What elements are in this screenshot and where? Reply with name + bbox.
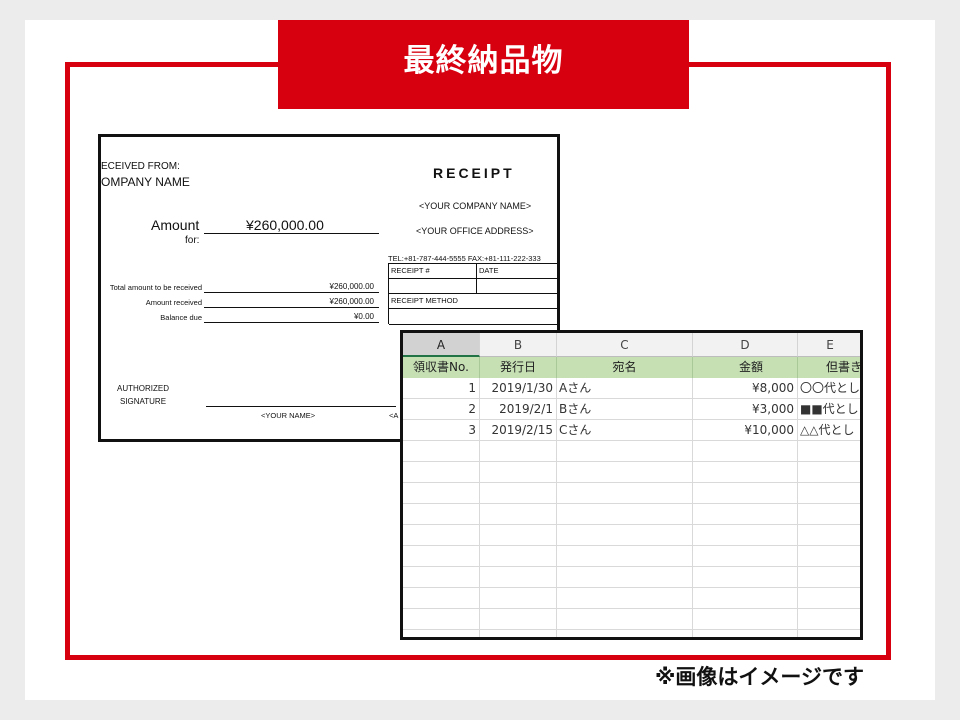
header-cell-addressee[interactable]: 宛名 — [557, 357, 693, 378]
cell-e3[interactable]: ■■代とし — [798, 399, 860, 420]
total-amount-line — [204, 292, 379, 293]
total-amount-label: Total amount to be received — [109, 283, 202, 292]
total-amount-value: ¥260,000.00 — [329, 282, 375, 291]
cell-c2[interactable]: Aさん — [557, 378, 693, 399]
company-name-label: OMPANY NAME — [101, 175, 190, 189]
empty-row[interactable] — [403, 609, 860, 630]
receipt-info-table: RECEIPT # DATE RECEIPT METHOD — [388, 263, 557, 325]
your-office-address: <YOUR OFFICE ADDRESS> — [416, 226, 534, 236]
column-header-e[interactable]: E — [798, 333, 860, 357]
cell-c3[interactable]: Bさん — [557, 399, 693, 420]
cell-c4[interactable]: Cさん — [557, 420, 693, 441]
empty-row[interactable] — [403, 525, 860, 546]
column-header-a[interactable]: A — [403, 333, 480, 357]
empty-row[interactable] — [403, 588, 860, 609]
empty-row[interactable] — [403, 441, 860, 462]
your-company-name: <YOUR COMPANY NAME> — [419, 201, 532, 211]
header-cell-memo[interactable]: 但書き — [798, 357, 860, 378]
gridline — [556, 378, 557, 637]
cell-d4[interactable]: ¥10,000 — [693, 420, 798, 441]
empty-row[interactable] — [403, 546, 860, 567]
receipt-title: RECEIPT — [433, 165, 515, 181]
cell-d2[interactable]: ¥8,000 — [693, 378, 798, 399]
amount-received-value: ¥260,000.00 — [329, 297, 375, 306]
balance-due-line — [204, 322, 379, 323]
signature-line — [206, 406, 396, 407]
gridline — [797, 378, 798, 637]
received-from-label: ECEIVED FROM: — [101, 161, 180, 172]
balance-due-value: ¥0.00 — [353, 312, 374, 321]
empty-row[interactable] — [403, 483, 860, 504]
gridline — [692, 378, 693, 637]
amount-received-label: Amount received — [145, 298, 202, 307]
cell-a2[interactable]: 1 — [403, 378, 480, 399]
cell-b3[interactable]: 2019/2/1 — [480, 399, 557, 420]
spreadsheet-preview: A B C D E 領収書No. 発行日 宛名 金額 但書き 1 2019/1/… — [400, 330, 863, 640]
header-cell-amount[interactable]: 金額 — [693, 357, 798, 378]
column-header-c[interactable]: C — [557, 333, 693, 357]
cell-a4[interactable]: 3 — [403, 420, 480, 441]
empty-row[interactable] — [403, 504, 860, 525]
authorized-line2: SIGNATURE — [119, 397, 167, 406]
amount-received-line — [204, 307, 379, 308]
cell-b4[interactable]: 2019/2/15 — [480, 420, 557, 441]
cell-e2[interactable]: 〇〇代とし — [798, 378, 860, 399]
cell-d3[interactable]: ¥3,000 — [693, 399, 798, 420]
header-cell-issue-date[interactable]: 発行日 — [480, 357, 557, 378]
truncated-text: <A — [389, 411, 399, 420]
cell-e4[interactable]: △△代とし — [798, 420, 860, 441]
cell-a3[interactable]: 2 — [403, 399, 480, 420]
receipt-method-cell — [389, 309, 557, 325]
slide-canvas: 最終納品物 ECEIVED FROM: OMPANY NAME RECEIPT … — [25, 20, 935, 700]
empty-row[interactable] — [403, 567, 860, 588]
title-banner: 最終納品物 — [278, 20, 689, 109]
tel-fax: TEL:+81-787-444-5555 FAX:+81-111-222-333 — [388, 254, 541, 263]
receipt-no-cell — [389, 279, 477, 294]
column-header-b[interactable]: B — [480, 333, 557, 357]
amount-label: Amount — [151, 217, 200, 233]
amount-value: ¥260,000.00 — [246, 217, 324, 233]
receipt-no-header: RECEIPT # — [389, 264, 477, 279]
date-header: DATE — [477, 264, 557, 279]
header-cell-receipt-no[interactable]: 領収書No. — [403, 357, 480, 378]
authorized-signature-label: AUTHORIZED SIGNATURE — [117, 382, 169, 408]
empty-row[interactable] — [403, 462, 860, 483]
for-label: for: — [185, 235, 200, 246]
column-header-d[interactable]: D — [693, 333, 798, 357]
amount-underline — [204, 233, 379, 234]
gridline — [479, 378, 480, 637]
authorized-line1: AUTHORIZED — [117, 384, 169, 393]
cell-b2[interactable]: 2019/1/30 — [480, 378, 557, 399]
receipt-method-header: RECEIPT METHOD — [389, 294, 557, 309]
balance-due-label: Balance due — [160, 313, 202, 322]
date-cell — [477, 279, 557, 294]
image-disclaimer-note: ※画像はイメージです — [655, 665, 864, 689]
your-name: <YOUR NAME> — [261, 411, 316, 420]
